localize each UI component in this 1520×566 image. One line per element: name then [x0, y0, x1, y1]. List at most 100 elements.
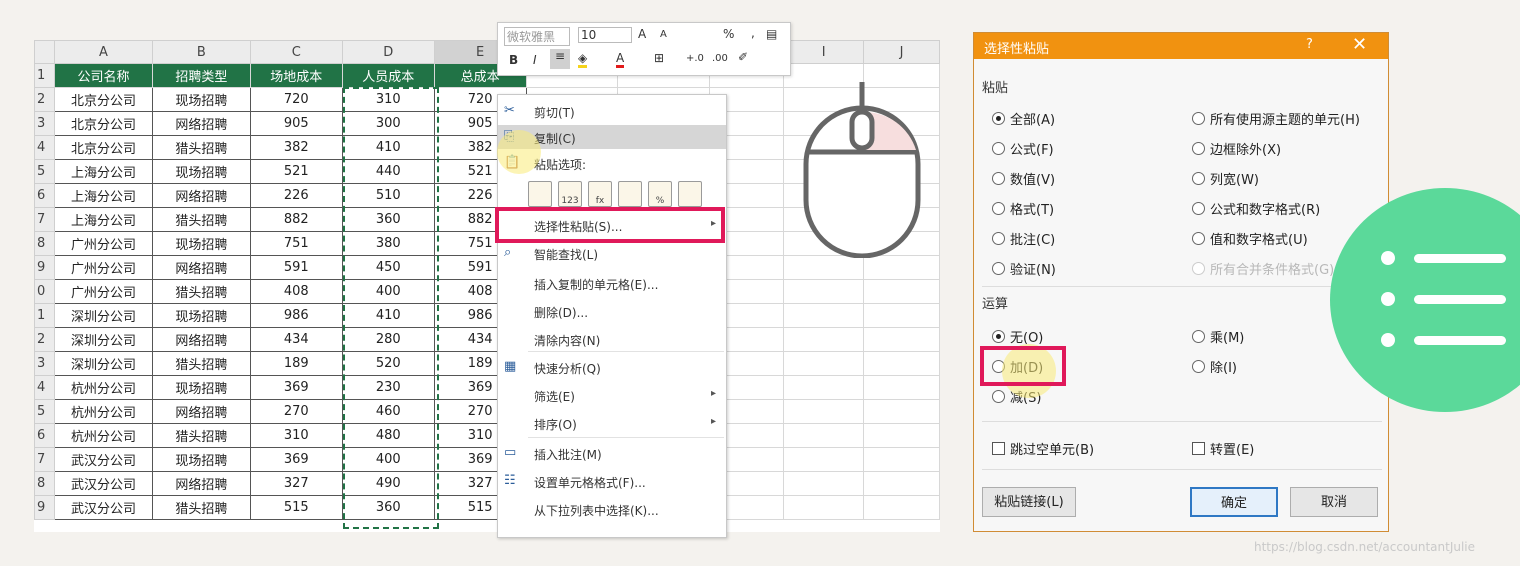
- cell[interactable]: 882: [249, 207, 343, 232]
- skip-blanks-checkbox[interactable]: 跳过空单元(B): [992, 439, 1094, 458]
- cell[interactable]: 网络招聘: [151, 255, 251, 280]
- paste-option-icon[interactable]: fx: [588, 181, 612, 207]
- cell[interactable]: [783, 471, 865, 496]
- cell[interactable]: 北京分公司: [53, 135, 153, 160]
- row-header[interactable]: 7: [34, 447, 55, 472]
- cell[interactable]: 400: [341, 279, 435, 304]
- cell[interactable]: 986: [249, 303, 343, 328]
- cell[interactable]: 189: [249, 351, 343, 376]
- cell[interactable]: 400: [341, 447, 435, 472]
- cell[interactable]: 猎头招聘: [151, 207, 251, 232]
- radio-option[interactable]: 边框除外(X): [1192, 139, 1281, 158]
- cell[interactable]: 猎头招聘: [151, 135, 251, 160]
- help-button[interactable]: ?: [1306, 37, 1313, 52]
- cell[interactable]: [783, 447, 865, 472]
- cell[interactable]: [863, 303, 940, 328]
- radio-option[interactable]: 全部(A): [992, 109, 1055, 128]
- cell[interactable]: [863, 447, 940, 472]
- radio-option[interactable]: 验证(N): [992, 259, 1056, 278]
- row-header[interactable]: 2: [34, 327, 55, 352]
- row-header[interactable]: 7: [34, 207, 55, 232]
- cell[interactable]: 460: [341, 399, 435, 424]
- cell[interactable]: 现场招聘: [151, 447, 251, 472]
- cell[interactable]: 300: [341, 111, 435, 136]
- context-menu-item[interactable]: 插入复制的单元格(E)...: [498, 271, 726, 295]
- cell[interactable]: 上海分公司: [53, 183, 153, 208]
- cell[interactable]: 猎头招聘: [151, 423, 251, 448]
- bold-button[interactable]: B: [509, 53, 518, 67]
- cell[interactable]: 521: [249, 159, 343, 184]
- cancel-button[interactable]: 取消: [1290, 487, 1378, 517]
- paste-option-icon[interactable]: 123: [558, 181, 582, 207]
- radio-option[interactable]: 值和数字格式(U): [1192, 229, 1308, 248]
- row-header[interactable]: 0: [34, 279, 55, 304]
- cell[interactable]: 480: [341, 423, 435, 448]
- font-color-button[interactable]: A: [616, 51, 625, 68]
- context-menu-item[interactable]: ▦ 快速分析(Q): [498, 355, 726, 379]
- cell[interactable]: [783, 279, 865, 304]
- row-header[interactable]: 3: [34, 111, 55, 136]
- cell[interactable]: 广州分公司: [53, 255, 153, 280]
- row-header[interactable]: 1: [34, 303, 55, 328]
- cell[interactable]: 猎头招聘: [151, 351, 251, 376]
- cell[interactable]: [863, 423, 940, 448]
- comma-button[interactable]: ,: [751, 26, 755, 40]
- align-center-button[interactable]: ≡: [550, 49, 570, 69]
- radio-option[interactable]: 数值(V): [992, 169, 1055, 188]
- cell[interactable]: 720: [249, 87, 343, 112]
- cell[interactable]: 369: [249, 375, 343, 400]
- cell[interactable]: 270: [249, 399, 343, 424]
- radio-option[interactable]: 所有合并条件格式(G): [1192, 259, 1334, 278]
- cell[interactable]: 猎头招聘: [151, 279, 251, 304]
- row-header[interactable]: 8: [34, 231, 55, 256]
- cell[interactable]: 280: [341, 327, 435, 352]
- radio-option[interactable]: 公式(F): [992, 139, 1054, 158]
- cell[interactable]: 深圳分公司: [53, 327, 153, 352]
- row-header[interactable]: 3: [34, 351, 55, 376]
- paste-option-icon[interactable]: [528, 181, 552, 207]
- cell[interactable]: 广州分公司: [53, 279, 153, 304]
- cell[interactable]: [783, 423, 865, 448]
- cell[interactable]: 515: [249, 495, 343, 520]
- cell[interactable]: [863, 255, 940, 280]
- context-menu-item[interactable]: 筛选(E) ▸: [498, 383, 726, 407]
- cell[interactable]: [863, 351, 940, 376]
- cell[interactable]: 现场招聘: [151, 375, 251, 400]
- cell[interactable]: [863, 279, 940, 304]
- shrink-font-button[interactable]: A: [660, 29, 667, 40]
- cell[interactable]: 510: [341, 183, 435, 208]
- cell[interactable]: [863, 327, 940, 352]
- radio-option[interactable]: 公式和数字格式(R): [1192, 199, 1320, 218]
- context-menu-item[interactable]: 从下拉列表中选择(K)...: [498, 497, 726, 521]
- context-menu-item[interactable]: 删除(D)...: [498, 299, 726, 323]
- percent-button[interactable]: %: [723, 27, 734, 41]
- cell[interactable]: 现场招聘: [151, 159, 251, 184]
- column-header[interactable]: B: [151, 40, 251, 64]
- cell[interactable]: 751: [249, 231, 343, 256]
- fill-color-icon[interactable]: ◈: [578, 51, 588, 68]
- row-header[interactable]: 9: [34, 495, 55, 520]
- radio-option[interactable]: 列宽(W): [1192, 169, 1259, 188]
- row-header[interactable]: 1: [34, 63, 55, 88]
- paste-link-button[interactable]: 粘贴链接(L): [982, 487, 1076, 517]
- increase-decimal-button[interactable]: +.0: [686, 53, 704, 64]
- format-painter-icon[interactable]: ▤: [766, 27, 777, 41]
- cell[interactable]: 905: [249, 111, 343, 136]
- cell[interactable]: 360: [341, 207, 435, 232]
- context-menu-item[interactable]: ✂ 剪切(T): [498, 99, 726, 123]
- cell[interactable]: [783, 351, 865, 376]
- cell[interactable]: 深圳分公司: [53, 351, 153, 376]
- row-header[interactable]: 8: [34, 471, 55, 496]
- cell[interactable]: 猎头招聘: [151, 495, 251, 520]
- cell[interactable]: 现场招聘: [151, 231, 251, 256]
- header-cell[interactable]: 场地成本: [249, 63, 343, 88]
- cell[interactable]: [863, 471, 940, 496]
- italic-button[interactable]: I: [533, 53, 537, 67]
- cell[interactable]: 网络招聘: [151, 111, 251, 136]
- cell[interactable]: [783, 375, 865, 400]
- column-header[interactable]: I: [783, 40, 865, 64]
- column-header[interactable]: D: [341, 40, 435, 64]
- context-menu-item[interactable]: ☷ 设置单元格格式(F)...: [498, 469, 726, 493]
- radio-option[interactable]: 所有使用源主题的单元(H): [1192, 109, 1360, 128]
- cell[interactable]: 410: [341, 135, 435, 160]
